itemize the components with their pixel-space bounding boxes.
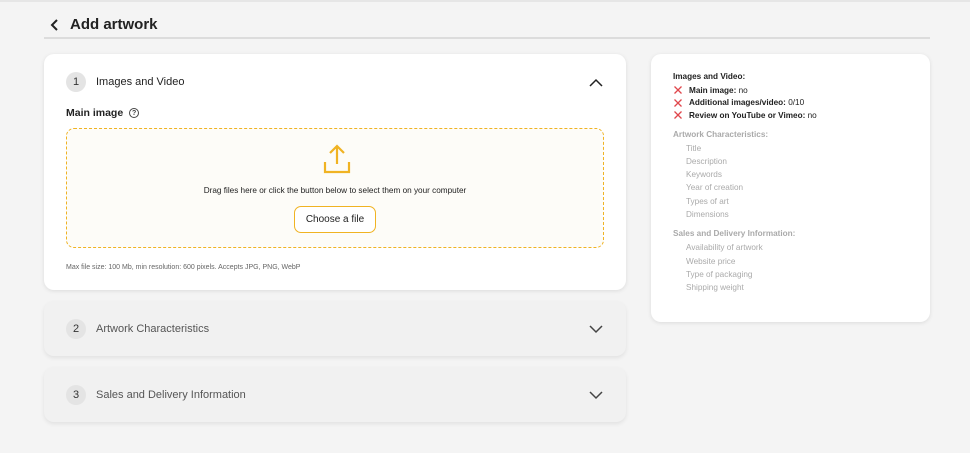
summary-item: Types of art <box>686 196 729 206</box>
help-icon[interactable]: ? <box>129 108 140 118</box>
summary-row-review-video: Review on YouTube or Vimeo: no <box>673 109 930 122</box>
summary-item: Availability of artwork <box>686 243 763 253</box>
page-title: Add artwork <box>70 15 158 33</box>
summary-value: no <box>738 85 748 95</box>
chevron-up-icon[interactable] <box>588 74 604 90</box>
summary-sales-title: Sales and Delivery Information: <box>673 229 796 239</box>
summary-item: Description <box>686 156 727 166</box>
file-dropzone[interactable]: Drag files here or click the button belo… <box>66 128 604 248</box>
summary-key: Main image: <box>689 85 737 95</box>
progress-summary-panel: Images and Video: Main image: no Additio… <box>651 54 930 322</box>
step-card-images: 1 Images and Video Main image ? Drag fil… <box>44 54 626 290</box>
back-button[interactable] <box>46 16 64 34</box>
main-image-label-text: Main image <box>66 107 124 119</box>
choose-file-button[interactable]: Choose a file <box>294 206 376 233</box>
step-header-characteristics[interactable]: 2 Artwork Characteristics <box>66 301 604 357</box>
step-title: Sales and Delivery Information <box>96 389 246 401</box>
step-number: 3 <box>66 385 86 405</box>
chevron-down-icon[interactable] <box>588 387 604 403</box>
summary-key: Review on YouTube or Vimeo: <box>689 110 806 120</box>
summary-images-title: Images and Video: <box>673 72 746 81</box>
step-number: 2 <box>66 319 86 339</box>
upload-icon <box>323 144 351 174</box>
close-icon <box>674 111 682 120</box>
step-title: Artwork Characteristics <box>96 323 210 335</box>
close-icon <box>674 86 682 95</box>
summary-item: Year of creation <box>686 183 744 193</box>
summary-item: Type of packaging <box>686 269 753 279</box>
step-header-images[interactable]: 1 Images and Video <box>66 54 604 110</box>
summary-item: Title <box>686 143 702 153</box>
step-title: Images and Video <box>96 76 185 88</box>
summary-item: Keywords <box>686 170 722 180</box>
summary-item: Website price <box>686 256 736 266</box>
step-number: 1 <box>66 72 86 92</box>
summary-characteristics-title: Artwork Characteristics: <box>673 129 769 139</box>
summary-item: Shipping weight <box>686 283 744 293</box>
chevron-left-icon <box>50 18 58 31</box>
dropzone-instructions: Drag files here or click the button belo… <box>203 186 467 195</box>
summary-value: 0/10 <box>788 98 805 108</box>
summary-value: no <box>807 110 817 120</box>
summary-item: Dimensions <box>686 209 729 219</box>
summary-row-additional-images: Additional images/video: 0/10 <box>673 97 930 110</box>
close-icon <box>674 98 682 107</box>
step-header-sales[interactable]: 3 Sales and Delivery Information <box>66 367 604 423</box>
top-divider <box>0 0 970 2</box>
summary-row-main-image: Main image: no <box>673 84 930 97</box>
main-image-label: Main image ? <box>66 107 140 119</box>
chevron-down-icon[interactable] <box>588 321 604 337</box>
page-header: Add artwork <box>44 12 930 39</box>
file-requirements-note: Max file size: 100 Mb, min resolution: 6… <box>66 264 301 271</box>
summary-key: Additional images/video: <box>689 98 786 108</box>
step-card-characteristics: 2 Artwork Characteristics <box>44 301 626 356</box>
step-card-sales: 3 Sales and Delivery Information <box>44 367 626 422</box>
